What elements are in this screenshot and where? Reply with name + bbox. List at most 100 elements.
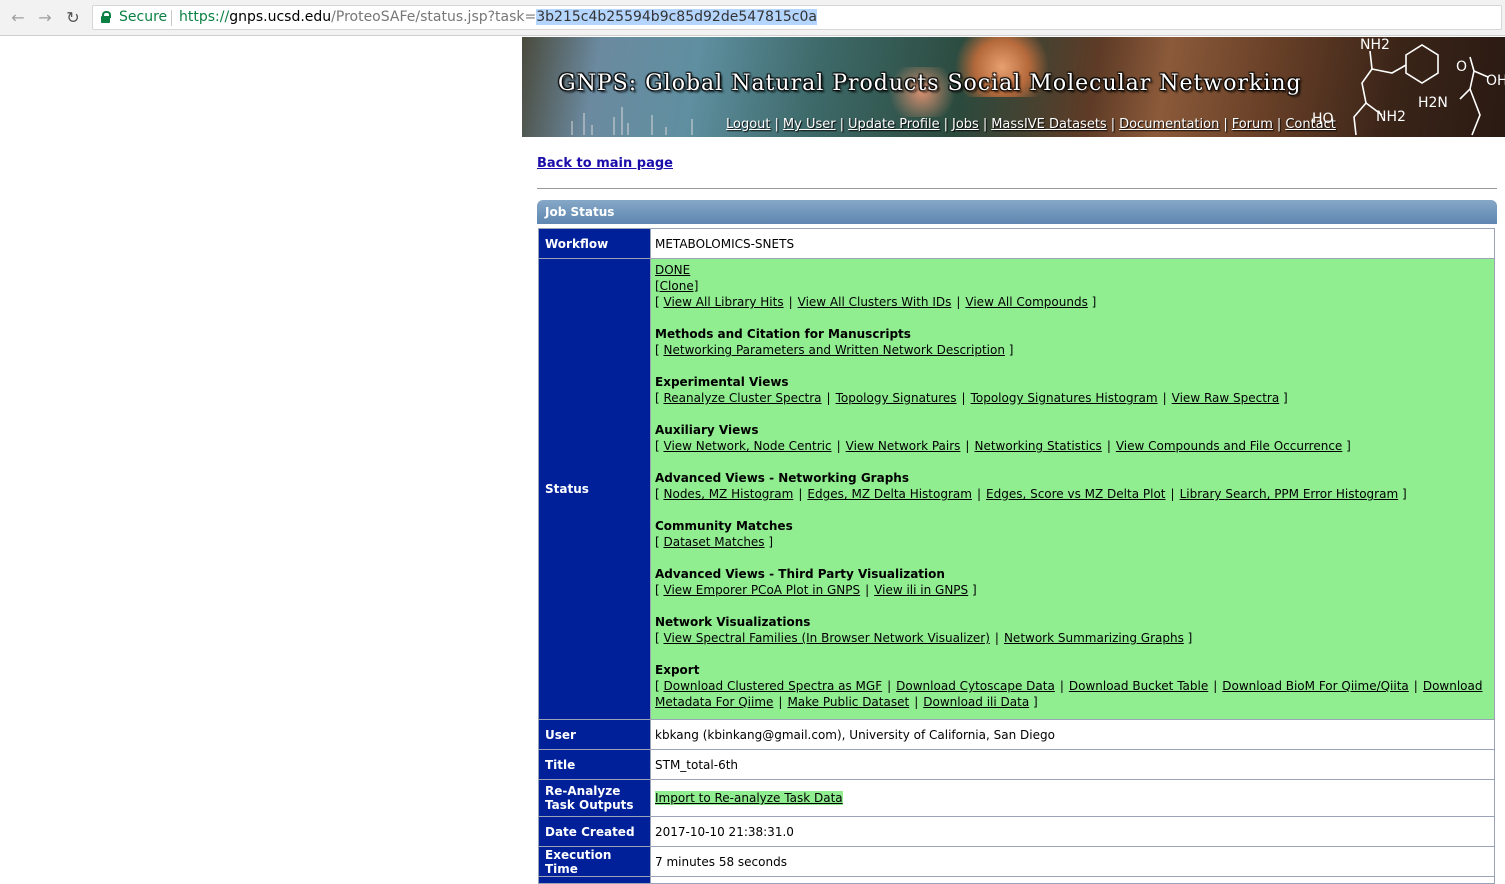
chem-label-nh2-top: NH2 [1360, 37, 1390, 53]
link-reanalyze-cluster-spectra[interactable]: Reanalyze Cluster Spectra [664, 391, 822, 405]
url-path: /ProteoSAFe/status.jsp?task= [331, 9, 537, 25]
job-status-header: Job Status [537, 200, 1497, 224]
link-networking-parameters[interactable]: Networking Parameters and Written Networ… [664, 343, 1005, 357]
section-links-network-visualizations: [ View Spectral Families (In Browser Net… [655, 631, 1193, 645]
link-edges-score-vs-mz-delta[interactable]: Edges, Score vs MZ Delta Plot [986, 487, 1166, 501]
top-links-line: [ View All Library Hits | View All Cluster… [655, 295, 1097, 309]
table-row-cutoff [538, 876, 1495, 884]
url-text[interactable]: https://gnps.ucsd.edu/ProteoSAFe/status.… [179, 6, 817, 29]
table-row-execution-time: Execution Time 7 minutes 58 seconds [538, 846, 1495, 877]
table-row-user: User kbkang (kbinkang@gmail.com), Univer… [538, 719, 1495, 750]
title-label: Title [538, 749, 651, 780]
url-host: gnps.ucsd.edu [229, 9, 332, 25]
nav-jobs[interactable]: Jobs [952, 117, 979, 132]
section-links-auxiliary: [ View Network, Node Centric | View Networ… [655, 439, 1351, 453]
top-navigation: Logout | My User | Update Profile | Jobs | MassI… [726, 117, 1336, 132]
link-download-clustered-spectra-mgf[interactable]: Download Clustered Spectra as MGF [664, 679, 883, 693]
link-download-ili-data[interactable]: Download ili Data [923, 695, 1029, 709]
section-links-community-matches: [ Dataset Matches ] [655, 535, 774, 549]
link-networking-statistics[interactable]: Networking Statistics [974, 439, 1101, 453]
status-label: Status [538, 258, 651, 720]
title-value: STM_total-6th [650, 749, 1495, 780]
link-view-emporer-pcoa[interactable]: View Emporer PCoA Plot in GNPS [664, 583, 861, 597]
chem-label-ho: HO [1312, 111, 1334, 127]
forward-arrow-icon[interactable]: → [35, 8, 55, 28]
chem-label-oh: OH [1486, 73, 1505, 89]
link-topology-signatures[interactable]: Topology Signatures [836, 391, 957, 405]
link-topology-signatures-histogram[interactable]: Topology Signatures Histogram [971, 391, 1158, 405]
nav-update-profile[interactable]: Update Profile [848, 117, 940, 132]
section-links-networking-graphs: [ Nodes, MZ Histogram | Edges, MZ Delta Hi… [655, 487, 1407, 501]
nav-forum[interactable]: Forum [1232, 117, 1273, 132]
address-bar[interactable]: Secure https://gnps.ucsd.edu/ProteoSAFe/… [92, 5, 1502, 30]
reload-icon[interactable]: ↻ [63, 8, 83, 28]
workflow-label: Workflow [538, 228, 651, 259]
link-network-summarizing-graphs[interactable]: Network Summarizing Graphs [1004, 631, 1184, 645]
chem-label-nh2-mid: NH2 [1376, 109, 1406, 125]
link-view-all-compounds[interactable]: View All Compounds [965, 295, 1087, 309]
link-make-public-dataset[interactable]: Make Public Dataset [787, 695, 909, 709]
nav-massive-datasets[interactable]: MassIVE Datasets [991, 117, 1106, 132]
link-nodes-mz-histogram[interactable]: Nodes, MZ Histogram [664, 487, 794, 501]
link-view-raw-spectra[interactable]: View Raw Spectra [1172, 391, 1280, 405]
section-links-third-party: [ View Emporer PCoA Plot in GNPS | View il… [655, 583, 977, 597]
site-banner: GNPS: Global Natural Products Social Mol… [522, 37, 1505, 137]
table-row-date-created: Date Created 2017-10-10 21:38:31.0 [538, 816, 1495, 847]
table-row-status: Status DONE [Clone] [ View All Library H… [538, 258, 1495, 720]
nav-separator: | [1110, 117, 1116, 132]
cutoff-value [650, 876, 1495, 884]
site-title: GNPS: Global Natural Products Social Mol… [558, 71, 1302, 96]
cutoff-label [538, 876, 651, 884]
nav-separator: | [943, 117, 949, 132]
link-dataset-matches[interactable]: Dataset Matches [664, 535, 765, 549]
user-value: kbkang (kbinkang@gmail.com), University … [650, 719, 1495, 750]
link-library-search-ppm-error[interactable]: Library Search, PPM Error Histogram [1180, 487, 1399, 501]
table-row-workflow: Workflow METABOLOMICS-SNETS [538, 228, 1495, 259]
clone-link[interactable]: [Clone] [655, 279, 698, 293]
back-to-main-page-link[interactable]: Back to main page [537, 156, 673, 171]
nav-separator: | [1276, 117, 1282, 132]
status-panel: DONE [Clone] [ View All Library Hits | Vie… [650, 258, 1495, 720]
back-to-main-page: Back to main page [537, 156, 673, 171]
link-view-ili-in-gnps[interactable]: View ili in GNPS [874, 583, 968, 597]
section-title-export: Export [655, 663, 700, 677]
nav-logout[interactable]: Logout [726, 117, 771, 132]
link-view-spectral-families[interactable]: View Spectral Families (In Browser Netwo… [664, 631, 990, 645]
section-title-experimental: Experimental Views [655, 375, 789, 389]
execution-time-label: Execution Time [538, 846, 651, 877]
nav-my-user[interactable]: My User [783, 117, 836, 132]
link-download-bucket-table[interactable]: Download Bucket Table [1069, 679, 1208, 693]
nav-separator: | [1223, 117, 1228, 132]
import-reanalyze-link[interactable]: Import to Re-analyze Task Data [655, 791, 843, 805]
section-title-networking-graphs: Advanced Views - Networking Graphs [655, 471, 909, 485]
nav-separator: | [839, 117, 844, 132]
section-title-community-matches: Community Matches [655, 519, 793, 533]
link-view-compounds-file-occurrence[interactable]: View Compounds and File Occurrence [1116, 439, 1342, 453]
date-created-label: Date Created [538, 816, 651, 847]
link-download-biom-qiime[interactable]: Download BioM For Qiime/Qiita [1222, 679, 1409, 693]
browser-toolbar: ← → ↻ Secure https://gnps.ucsd.edu/Prote… [0, 0, 1505, 36]
nav-documentation[interactable]: Documentation [1119, 117, 1219, 132]
user-label: User [538, 719, 651, 750]
link-edges-mz-delta-histogram[interactable]: Edges, MZ Delta Histogram [807, 487, 972, 501]
chem-label-o: O [1456, 59, 1467, 75]
back-arrow-icon[interactable]: ← [8, 8, 28, 28]
execution-time-value: 7 minutes 58 seconds [650, 846, 1495, 877]
lock-icon [101, 11, 111, 23]
link-view-network-pairs[interactable]: View Network Pairs [846, 439, 961, 453]
section-title-third-party: Advanced Views - Third Party Visualizati… [655, 567, 945, 581]
url-scheme: https:// [179, 9, 230, 25]
status-done-link[interactable]: DONE [655, 263, 690, 277]
link-view-all-library-hits[interactable]: View All Library Hits [664, 295, 784, 309]
link-view-network-node-centric[interactable]: View Network, Node Centric [664, 439, 832, 453]
job-status-table: Workflow METABOLOMICS-SNETS Status DONE … [538, 228, 1495, 884]
chemical-structure-graphic: NH2 NH2 H2N HO OH O [1312, 37, 1505, 136]
workflow-value: METABOLOMICS-SNETS [650, 228, 1495, 259]
section-title-methods: Methods and Citation for Manuscripts [655, 327, 911, 341]
link-download-cytoscape-data[interactable]: Download Cytoscape Data [896, 679, 1055, 693]
reanalyze-value: Import to Re-analyze Task Data [650, 779, 1495, 817]
banner-spectrum-graphic [571, 107, 693, 135]
link-view-all-clusters-with-ids[interactable]: View All Clusters With IDs [798, 295, 952, 309]
nav-separator: | [982, 117, 988, 132]
url-task-id: 3b215c4b25594b9c85d92de547815c0a [536, 9, 817, 25]
